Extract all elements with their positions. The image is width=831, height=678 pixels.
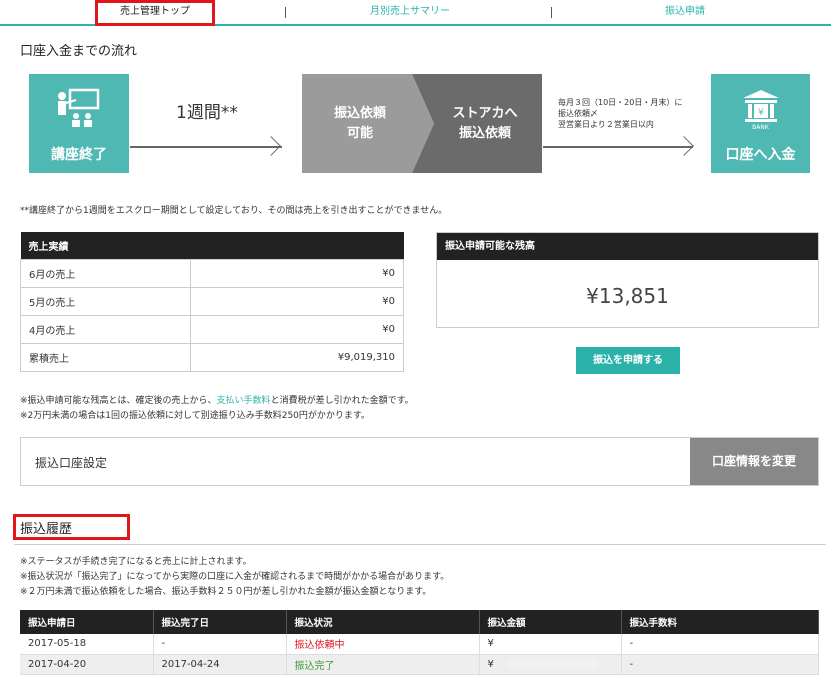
completed-date: - [153,634,287,655]
sales-row-label: 5月の売上 [20,286,191,316]
request-flow-chevrons: 振込依頼 可能 ストアカへ 振込依頼 [302,74,542,173]
balance-header: 振込申請可能な残高 [437,233,818,260]
table-row: 5月の売上 ¥0 [20,286,404,316]
col-header-fee: 振込手数料 [621,610,819,634]
highlight-box [13,514,130,540]
bank-settings-label: 振込口座設定 [35,456,108,470]
arrow-line [130,146,282,148]
transfer-fee: - [621,634,819,655]
history-note-2: ※振込状況が「振込完了」になってから実際の口座に入金が確認されるまで時間がかかる… [20,572,450,582]
col-header-applied: 振込申請日 [20,610,154,634]
svg-text:¥: ¥ [758,108,764,118]
balance-panel: 振込申請可能な残高 ¥13,851 [436,232,819,328]
sales-row-value: ¥0 [190,286,404,316]
transfer-amount: ¥ [479,634,622,655]
tab-monthly-summary[interactable]: 月別売上サマリー [330,0,490,24]
sales-row-value: ¥0 [190,258,404,288]
history-table: 振込申請日 振込完了日 振込状況 振込金額 振込手数料 2017-05-18 -… [20,610,819,675]
bank-settings-box: 振込口座設定 口座情報を変更 [20,437,819,486]
bank-icon-text: BANK [752,124,769,131]
highlight-box [95,0,215,26]
sales-table: 売上実績 6月の売上 ¥0 5月の売上 ¥0 4月の売上 ¥0 累積売上 ¥9,… [20,232,404,372]
escrow-note: **講座終了から1週間をエスクロー期間として設定しており、その間は売上を引き出す… [20,206,448,216]
completed-date: 2017-04-24 [153,654,287,675]
request-enabled-line1: 振込依頼 [333,106,386,121]
arrow-line [543,146,693,148]
to-store-line1: ストアカへ [452,106,518,121]
table-row: 4月の売上 ¥0 [20,314,404,344]
deposit-box: ¥ BANK 口座へ入金 [711,74,810,173]
change-bank-info-button[interactable]: 口座情報を変更 [690,438,818,485]
sales-row-label: 4月の売上 [20,314,191,344]
redacted-amount [507,658,598,669]
transfer-fee: - [621,654,819,675]
sales-row-label: 累積売上 [20,342,191,372]
fee-note: ※振込申請可能な残高とは、確定後の売上から、支払い手数料と消費税が差し引かれた金… [20,396,414,406]
teacher-icon [58,88,100,127]
sales-row-value: ¥9,019,310 [190,342,404,372]
nav-separator [285,7,286,18]
table-row: 累積売上 ¥9,019,310 [20,342,404,372]
flow-section-title: 口座入金までの流れ [20,44,138,59]
status-badge: 振込完了 [286,654,480,675]
bank-icon: ¥ [743,90,779,122]
history-note-1: ※ステータスが手続き完了になると売上に計上されます。 [20,557,252,567]
one-week-label: 1週間** [176,103,238,123]
balance-amount: ¥13,851 [586,284,669,308]
sales-table-header: 売上実績 [20,232,404,259]
table-row: 2017-05-18 - 振込依頼中 ¥ - [20,634,819,655]
status-badge: 振込依頼中 [286,634,480,655]
payment-fee-link[interactable]: 支払い手数料 [217,396,271,406]
arrow-head [674,136,694,156]
course-end-box: 講座終了 [29,74,129,173]
course-end-label: 講座終了 [51,147,107,163]
transfer-amount: ¥ [479,654,622,675]
small-transfer-note: ※2万円未満の場合は1回の振込依頼に対して別途振り込み手数料250円がかかります… [20,411,371,421]
tab-transfer-request[interactable]: 振込申請 [620,0,750,24]
sales-row-label: 6月の売上 [20,258,191,288]
request-enabled-line2: 可能 [346,126,373,141]
table-row: 2017-04-20 2017-04-24 振込完了 ¥ - [20,654,819,675]
col-header-completed: 振込完了日 [153,610,287,634]
applied-date: 2017-04-20 [20,654,154,675]
applied-date: 2017-05-18 [20,634,154,655]
col-header-amount: 振込金額 [479,610,622,634]
table-row: 6月の売上 ¥0 [20,258,404,288]
history-note-3: ※２万円未満で振込依頼をした場合、振込手数料２５０円が差し引かれた金額が振込金額… [20,587,432,597]
deposit-label: 口座へ入金 [725,147,796,163]
arrow-head [261,136,281,156]
to-store-line2: 振込依頼 [458,126,511,141]
sales-row-value: ¥0 [190,314,404,344]
apply-transfer-button[interactable]: 振込を申請する [576,347,680,374]
col-header-status: 振込状況 [286,610,480,634]
divider [14,544,826,545]
nav-separator [551,7,552,18]
schedule-note: 毎月３回（10日・20日・月末）に 振込依頼〆 翌営業日より２営業日以内 [558,98,683,129]
